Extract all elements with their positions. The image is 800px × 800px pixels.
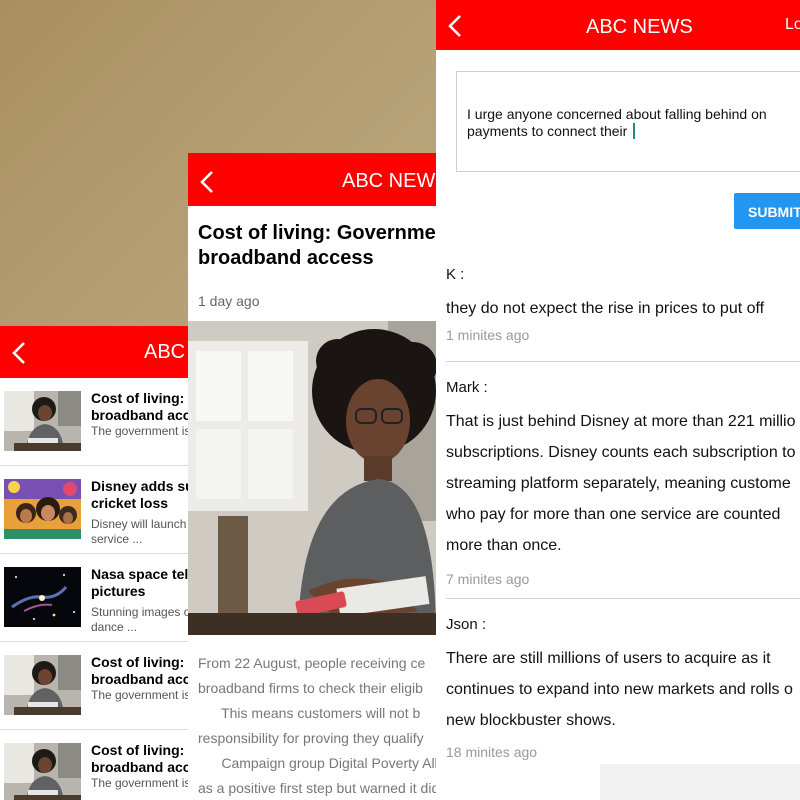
thumbnail-woman-laptop xyxy=(4,655,81,715)
list-item[interactable]: Cost of living: G broadband acc The gove… xyxy=(0,378,188,466)
list-item[interactable]: Cost of living: G broadband acc The gove… xyxy=(0,730,188,800)
comment-time: 18 minites ago xyxy=(446,744,538,760)
list-item-title: Cost of living: G broadband acc xyxy=(91,390,188,423)
list-item-summary: Disney will launch service ... xyxy=(91,517,187,546)
divider xyxy=(446,361,800,362)
overlay-panel xyxy=(600,764,800,800)
comment-text: There are still millions of users to acq… xyxy=(446,650,793,729)
list-item-summary: Stunning images o dance ... xyxy=(91,605,188,634)
list-title: ABC xyxy=(144,341,186,363)
back-arrow-icon[interactable] xyxy=(10,340,30,366)
article-photo-woman-reading xyxy=(188,321,436,635)
news-list-screen: ABC Cost of living: G broadband acc The … xyxy=(0,326,188,800)
news-list: Cost of living: G broadband acc The gove… xyxy=(0,378,188,800)
comment-input[interactable]: I urge anyone concerned about falling be… xyxy=(456,71,800,172)
list-item-title: Nasa space tele pictures xyxy=(91,566,188,599)
comment-input-text: I urge anyone concerned about falling be… xyxy=(467,106,767,139)
divider xyxy=(446,598,800,599)
comments-header: ABC NEWS Lo xyxy=(436,0,800,50)
article-body: From 22 August, people receiving ce broa… xyxy=(198,655,436,796)
article-timestamp: 1 day ago xyxy=(198,293,260,309)
article-headline: Cost of living: Governmen broadband acce… xyxy=(198,222,436,269)
list-item[interactable]: Disney adds su cricket loss Disney will … xyxy=(0,466,188,554)
comment-item: K : they do not expect the rise in price… xyxy=(446,266,800,343)
comments-screen: ABC NEWS Lo I urge anyone concerned abou… xyxy=(436,0,800,800)
thumbnail-woman-laptop xyxy=(4,391,81,451)
comment-author: K : xyxy=(446,266,465,283)
comment-text: That is just behind Disney at more than … xyxy=(446,413,796,554)
comment-item: Mark : That is just behind Disney at mor… xyxy=(446,379,800,587)
comment-author: Json : xyxy=(446,616,487,633)
submit-button[interactable]: SUBMIT xyxy=(734,193,800,229)
list-item[interactable]: Cost of living: G broadband acc The gove… xyxy=(0,642,188,730)
list-item-title: Disney adds su cricket loss xyxy=(91,478,188,511)
article-header: ABC NEWS xyxy=(188,153,436,206)
login-link[interactable]: Lo xyxy=(785,16,800,34)
article-header-title: ABC NEWS xyxy=(342,170,436,192)
back-arrow-icon[interactable] xyxy=(446,13,466,39)
comments-header-title: ABC NEWS xyxy=(586,16,693,38)
comment-author: Mark : xyxy=(446,379,488,396)
thumbnail-space-galaxy xyxy=(4,567,81,627)
text-cursor xyxy=(633,123,636,139)
list-item-title: Cost of living: G broadband acc xyxy=(91,742,188,775)
list-header: ABC xyxy=(0,326,188,378)
article-screen: ABC NEWS Cost of living: Governmen broad… xyxy=(188,153,436,800)
list-item-title: Cost of living: G broadband acc xyxy=(91,654,188,687)
comment-item: Json : There are still millions of users… xyxy=(446,616,800,760)
list-item[interactable]: Nasa space tele pictures Stunning images… xyxy=(0,554,188,642)
back-arrow-icon[interactable] xyxy=(198,169,218,195)
comment-time: 7 minites ago xyxy=(446,571,530,587)
comment-time: 1 minites ago xyxy=(446,327,530,343)
list-item-summary: The government is xyxy=(91,688,188,702)
list-item-summary: The government is xyxy=(91,424,188,438)
thumbnail-woman-laptop xyxy=(4,743,81,800)
list-item-summary: The government is xyxy=(91,776,188,790)
thumbnail-animated-characters xyxy=(4,479,81,539)
comment-text: they do not expect the rise in prices to… xyxy=(446,300,765,317)
